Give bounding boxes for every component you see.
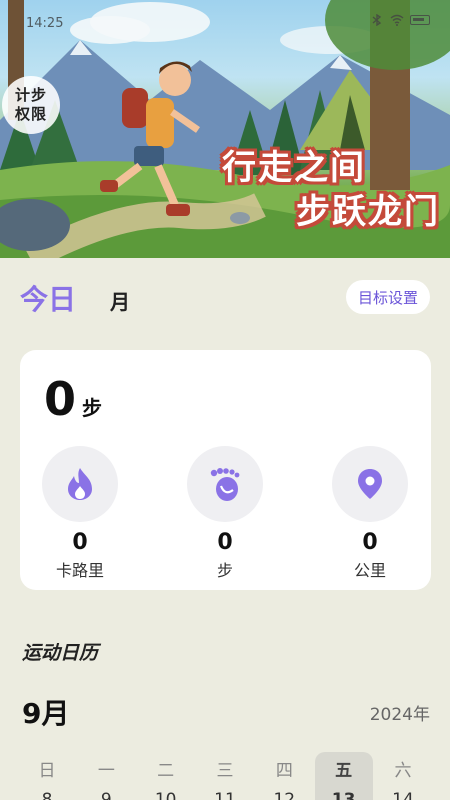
permission-badge-line1: 计步 [14, 86, 47, 104]
flame-icon [68, 468, 92, 500]
calendar-year[interactable]: 2024年 [370, 700, 430, 725]
metric-calories-circle [42, 446, 118, 522]
status-time: 14:25 [26, 16, 64, 31]
tab-month[interactable]: 月 [110, 286, 130, 315]
slogan-line-1: 行走之间 [222, 148, 366, 188]
metric-steps-value: 0 [217, 530, 233, 555]
period-tabs: 今日 月 目标设置 [0, 272, 450, 322]
calendar-month[interactable]: 9月 [22, 692, 69, 732]
metric-distance-value: 0 [362, 530, 378, 555]
calendar-date-selected[interactable]: 13 [314, 790, 373, 800]
tab-today[interactable]: 今日 [20, 278, 76, 318]
hero-banner: 14:25 计步 权限 行走之间 步跃龙门 [0, 0, 450, 258]
metric-distance-circle [332, 446, 408, 522]
metric-steps-label: 步 [216, 561, 233, 580]
calendar-date[interactable]: 9 [77, 790, 135, 800]
total-steps-value: 0 [44, 372, 77, 426]
metric-calories-label: 卡路里 [55, 561, 104, 580]
metric-calories-value: 0 [72, 530, 88, 555]
permission-badge-line2: 权限 [14, 105, 47, 123]
activity-calendar-title: 运动日历 [22, 642, 99, 664]
total-steps-unit: 步 [82, 396, 103, 420]
calendar-date-row: 8 9 10 11 12 13 14 [18, 790, 432, 800]
calendar-date[interactable]: 11 [196, 790, 254, 800]
bluetooth-icon [372, 14, 382, 26]
metric-distance: 0 公里 [330, 446, 410, 581]
location-pin-icon [358, 469, 382, 499]
metric-distance-label: 公里 [353, 561, 386, 580]
calendar-date[interactable]: 8 [18, 790, 76, 800]
wifi-icon [390, 14, 404, 26]
calendar-date[interactable]: 12 [255, 790, 313, 800]
battery-icon [410, 15, 430, 25]
step-permission-badge[interactable]: 计步 权限 [2, 76, 60, 134]
status-bar: 14:25 [0, 0, 450, 31]
metric-steps-circle [187, 446, 263, 522]
metric-steps: 0 步 [185, 446, 265, 581]
calendar-date[interactable]: 10 [137, 790, 195, 800]
footprint-icon [210, 468, 240, 501]
stats-card: 0 步 0 卡路里 0 步 0 公里 [20, 350, 431, 590]
total-steps: 0 步 [44, 372, 102, 426]
status-icons [370, 14, 430, 26]
slogan-line-2: 步跃龙门 [296, 192, 440, 232]
metric-calories: 0 卡路里 [40, 446, 120, 581]
goal-settings-button[interactable]: 目标设置 [346, 280, 430, 314]
calendar-date[interactable]: 14 [374, 790, 432, 800]
